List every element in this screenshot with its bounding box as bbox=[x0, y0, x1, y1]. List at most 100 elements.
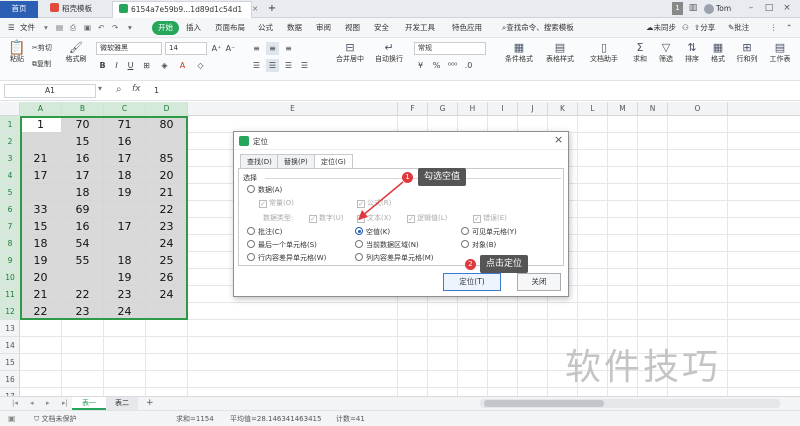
column-header-k[interactable]: K bbox=[548, 102, 578, 116]
cell-c1[interactable]: 71 bbox=[104, 116, 146, 133]
menu-item-formula[interactable]: 公式 bbox=[258, 21, 273, 35]
cell-d6[interactable]: 22 bbox=[146, 201, 188, 218]
row-header-3[interactable]: 3 bbox=[0, 150, 20, 167]
menu-item-security[interactable]: 安全 bbox=[374, 21, 389, 35]
row-header-8[interactable]: 8 bbox=[0, 235, 20, 252]
avatar[interactable] bbox=[704, 4, 714, 14]
menu-item-page-layout[interactable]: 页面布局 bbox=[215, 21, 245, 35]
row-header-9[interactable]: 9 bbox=[0, 252, 20, 269]
number-format-select[interactable]: 常规 bbox=[414, 42, 486, 55]
cell-d2[interactable] bbox=[146, 133, 188, 150]
menu-item-developer[interactable]: 开发工具 bbox=[405, 21, 435, 35]
wrap-text-button[interactable]: ↵ 自动换行 bbox=[372, 42, 406, 64]
row-header-11[interactable]: 11 bbox=[0, 286, 20, 303]
cell-b12[interactable]: 23 bbox=[62, 303, 104, 320]
cell-a10[interactable]: 20 bbox=[20, 269, 62, 286]
radio-data[interactable]: 数据(A) bbox=[247, 185, 282, 195]
row-header-6[interactable]: 6 bbox=[0, 201, 20, 218]
decimal-increase-icon[interactable]: .0 bbox=[462, 59, 475, 72]
sheet-tab-1[interactable]: 表一 bbox=[72, 397, 106, 410]
row-header-15[interactable]: 15 bbox=[0, 354, 20, 371]
menu-item-view[interactable]: 视图 bbox=[345, 21, 360, 35]
formula-input[interactable]: 1 bbox=[150, 84, 795, 98]
comment-button[interactable]: ✎批注 bbox=[728, 21, 749, 35]
cell-d5[interactable]: 21 bbox=[146, 184, 188, 201]
cell-a5[interactable] bbox=[20, 184, 62, 201]
cell-a4[interactable]: 17 bbox=[20, 167, 62, 184]
cell-b2[interactable]: 15 bbox=[62, 133, 104, 150]
row-header-2[interactable]: 2 bbox=[0, 133, 20, 150]
cell-d3[interactable]: 85 bbox=[146, 150, 188, 167]
protect-status[interactable]: ⛉ 文档未保护 bbox=[34, 414, 76, 424]
cell-a3[interactable]: 21 bbox=[20, 150, 62, 167]
cell-c12[interactable]: 24 bbox=[104, 303, 146, 320]
percent-icon[interactable]: % bbox=[430, 59, 443, 72]
save-icon[interactable]: ▤ bbox=[56, 21, 63, 35]
paste-button[interactable]: 📋 粘贴 bbox=[6, 41, 28, 64]
tab-replace[interactable]: 替换(P) bbox=[277, 154, 315, 168]
cell-c3[interactable]: 17 bbox=[104, 150, 146, 167]
share-button[interactable]: ⇧分享 bbox=[694, 21, 715, 35]
radio-row-diff[interactable]: 行内容差异单元格(W) bbox=[247, 253, 326, 263]
cell-a8[interactable]: 18 bbox=[20, 235, 62, 252]
maximize-icon[interactable]: □ bbox=[762, 2, 776, 15]
currency-icon[interactable]: ¥ bbox=[414, 59, 427, 72]
name-box-dropdown-icon[interactable]: ▾ bbox=[98, 84, 102, 93]
thousands-icon[interactable]: ⁰⁰⁰ bbox=[446, 59, 459, 72]
shrink-font-icon[interactable]: A⁻ bbox=[224, 42, 237, 55]
row-header-14[interactable]: 14 bbox=[0, 337, 20, 354]
user-name[interactable]: Tom bbox=[716, 3, 731, 15]
print-icon[interactable]: ⎙ bbox=[70, 21, 76, 35]
tab-template[interactable]: 稻壳模板 bbox=[44, 1, 108, 18]
cell-b11[interactable]: 22 bbox=[62, 286, 104, 303]
undo-icon[interactable]: ↶ bbox=[98, 21, 104, 35]
bold-icon[interactable]: B bbox=[96, 59, 109, 72]
add-sheet-button[interactable]: + bbox=[138, 397, 162, 410]
justify-icon[interactable]: ☰ bbox=[298, 59, 311, 72]
sheet-tab-2[interactable]: 表二 bbox=[106, 397, 138, 410]
radio-objects[interactable]: 对象(B) bbox=[461, 240, 496, 250]
sort-button[interactable]: ⇅ 排序 bbox=[682, 42, 702, 64]
italic-icon[interactable]: I bbox=[110, 59, 123, 72]
fill-color-icon[interactable]: ◈ bbox=[158, 59, 171, 72]
doc-helper-button[interactable]: ▯ 文档助手 bbox=[586, 42, 622, 64]
cell-a1[interactable]: 1 bbox=[20, 116, 62, 133]
column-header-h[interactable]: H bbox=[458, 102, 488, 116]
cell-a9[interactable]: 19 bbox=[20, 252, 62, 269]
redo-icon[interactable]: ↷ bbox=[112, 21, 118, 35]
tab-home[interactable]: 首页 bbox=[0, 1, 38, 18]
collab-icon[interactable]: ⚇ bbox=[682, 21, 689, 35]
font-name-select[interactable]: 微软雅黑 bbox=[96, 42, 162, 55]
cell-b3[interactable]: 16 bbox=[62, 150, 104, 167]
column-header-l[interactable]: L bbox=[578, 102, 608, 116]
column-header-j[interactable]: J bbox=[518, 102, 548, 116]
cell-a7[interactable]: 15 bbox=[20, 218, 62, 235]
cond-format-button[interactable]: ▦ 条件格式 bbox=[502, 42, 536, 64]
radio-last-cell[interactable]: 最后一个单元格(S) bbox=[247, 240, 317, 250]
align-left-icon[interactable]: ☰ bbox=[250, 59, 263, 72]
cell-c8[interactable] bbox=[104, 235, 146, 252]
preview-icon[interactable]: ▣ bbox=[84, 21, 91, 35]
menu-item-data[interactable]: 数据 bbox=[287, 21, 302, 35]
select-all-corner[interactable] bbox=[0, 102, 20, 116]
align-right-icon[interactable]: ☰ bbox=[282, 59, 295, 72]
grow-font-icon[interactable]: A⁺ bbox=[210, 42, 223, 55]
worksheet-button[interactable]: ▤ 工作表 bbox=[766, 42, 794, 64]
search-command[interactable]: ⌕查找命令、搜索模板 bbox=[502, 21, 574, 35]
row-header-4[interactable]: 4 bbox=[0, 167, 20, 184]
rows-cols-button[interactable]: ⊞ 行和列 bbox=[734, 42, 760, 64]
locate-button[interactable]: 定位(T) bbox=[443, 273, 501, 291]
table-style-button[interactable]: ▤ 表格样式 bbox=[542, 42, 578, 64]
copy-button[interactable]: ⧉复制 bbox=[32, 59, 51, 69]
collapse-ribbon-icon[interactable]: ⌃ bbox=[786, 21, 792, 35]
horizontal-scrollbar[interactable] bbox=[480, 399, 780, 408]
cell-a2[interactable] bbox=[20, 133, 62, 150]
macro-icon[interactable]: ▣ bbox=[8, 414, 16, 423]
dialog-close-icon[interactable]: × bbox=[554, 133, 563, 146]
column-header-g[interactable]: G bbox=[428, 102, 458, 116]
menu-more-icon[interactable]: ⋮ bbox=[770, 21, 778, 35]
clear-icon[interactable]: ◇ bbox=[194, 59, 207, 72]
new-tab-button[interactable]: + bbox=[264, 1, 280, 18]
tab-file[interactable]: 6154a7e59b9...1d89d1c54d1 bbox=[112, 1, 252, 18]
row-header-5[interactable]: 5 bbox=[0, 184, 20, 201]
